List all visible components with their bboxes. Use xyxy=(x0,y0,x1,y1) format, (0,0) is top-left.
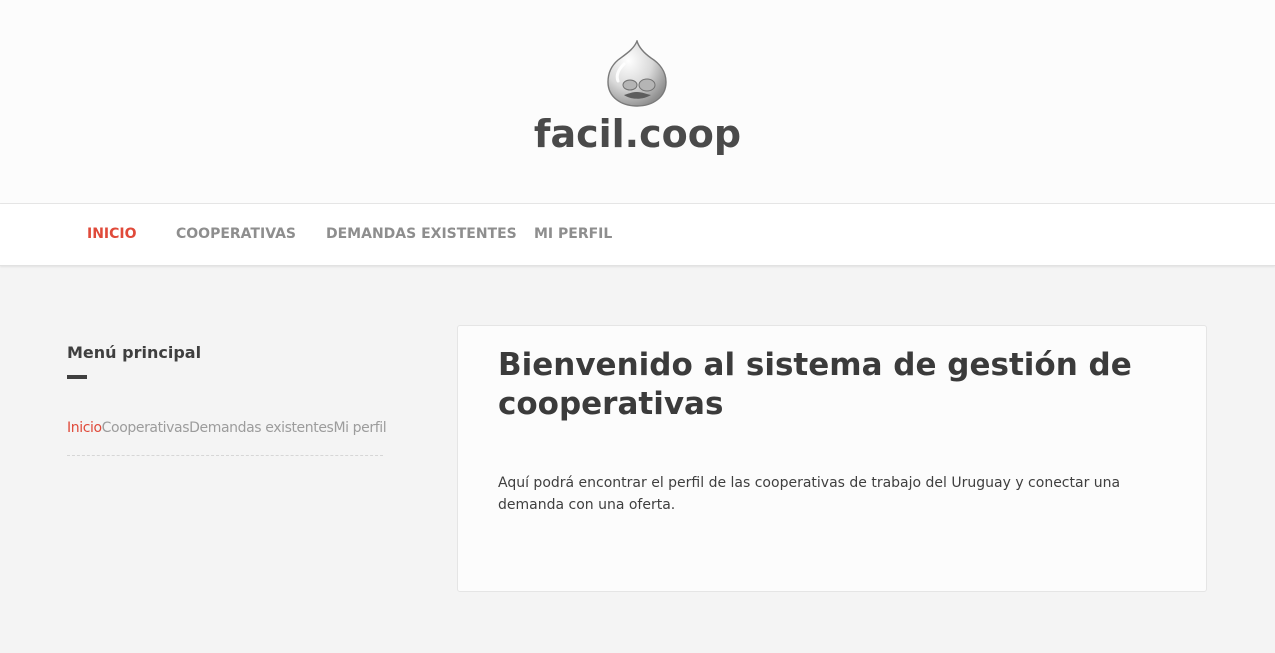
page-body-text: Aquí podrá encontrar el perfil de las co… xyxy=(498,475,1121,513)
sidebar-item-mi-perfil[interactable]: Mi perfil xyxy=(333,420,386,436)
sidebar-item-cooperativas[interactable]: Cooperativas xyxy=(102,420,190,436)
site-header: facil.coop xyxy=(0,0,1275,204)
nav-item-mi-perfil[interactable]: MI PERFIL xyxy=(534,226,612,242)
main-navigation: INICIO COOPERATIVAS DEMANDAS EXISTENTES … xyxy=(0,204,1275,266)
nav-item-inicio[interactable]: INICIO xyxy=(87,226,137,242)
sidebar-item-inicio[interactable]: Inicio xyxy=(67,420,102,436)
main-content-card: Bienvenido al sistema de gestión de coop… xyxy=(457,325,1207,592)
nav-item-cooperativas[interactable]: COOPERATIVAS xyxy=(176,226,296,242)
page-title: Bienvenido al sistema de gestión de coop… xyxy=(498,347,1132,422)
site-name[interactable]: facil.coop xyxy=(0,112,1275,156)
sidebar-item-demandas-existentes[interactable]: Demandas existentes xyxy=(189,420,334,436)
sidebar-menu: InicioCooperativasDemandas existentesMi … xyxy=(67,420,387,456)
drupal-drop-logo-icon[interactable] xyxy=(606,40,668,108)
nav-item-demandas-existentes[interactable]: DEMANDAS EXISTENTES xyxy=(326,226,517,242)
sidebar-title-underline xyxy=(67,375,87,379)
sidebar-title: Menú principal xyxy=(67,343,202,362)
